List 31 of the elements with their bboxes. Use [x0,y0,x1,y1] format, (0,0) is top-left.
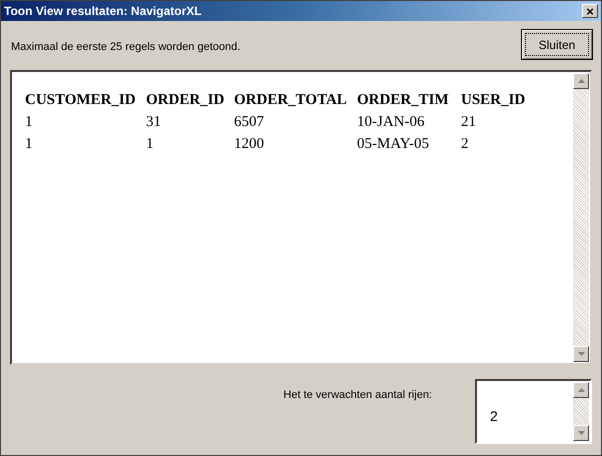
column-header: ORDER_ID [146,91,226,110]
close-button[interactable]: Sluiten [521,29,593,60]
column-header: CUSTOMER_ID [25,91,137,110]
down-arrow-icon [578,431,584,435]
table-cell-text: 10-JAN-06 [357,113,426,132]
row-count-label: Het te verwachten aantal rijen: [283,388,432,403]
column-header: USER_ID [461,91,526,110]
window-title: Toon View resultaten: NavigatorXL [4,5,202,17]
down-arrow-icon [578,352,584,356]
table-cell-text: 1 [25,113,34,132]
column-header: ORDER_TOTAL [234,91,348,110]
scroll-up-button[interactable] [573,382,589,398]
up-arrow-icon [578,79,584,83]
table-cell-text: 6507 [234,113,265,132]
table-cell-text: 1 [146,135,154,154]
scrollbar[interactable] [573,73,589,362]
table-cell-text: 31 [146,113,162,132]
close-button[interactable]: × [582,4,598,18]
scroll-up-button[interactable] [573,73,589,89]
scrollbar[interactable] [573,382,589,441]
table-cell-text: 21 [461,113,477,132]
up-arrow-icon [578,388,584,392]
table-cell-text: 1 [25,135,34,154]
scroll-down-button[interactable] [573,425,589,441]
info-message: Maximaal de eerste 25 regels worden getoond. [11,40,240,55]
column-header: ORDER_TIM [357,91,450,110]
table-cell-text: 2 [461,135,470,154]
scroll-down-button[interactable] [573,346,589,362]
table-cell-text: 05-MAY-05 [357,135,430,154]
table-cell-text: 1200 [234,135,265,154]
row-count-value: 2 [490,408,498,424]
